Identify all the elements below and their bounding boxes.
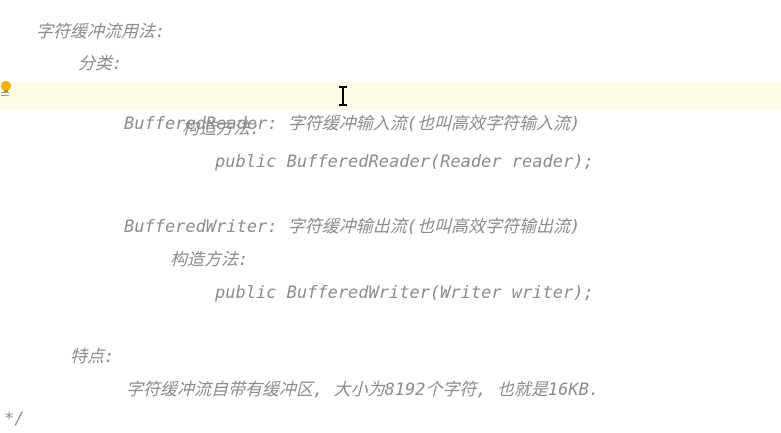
code-line-constructor-label-2[interactable]: 构造方法: bbox=[170, 246, 248, 274]
code-line-bufferedwriter[interactable]: BufferedWriter: 字符缓冲输出流(也叫高效字符输出流) bbox=[124, 213, 580, 241]
current-line-highlight[interactable]: BufferedReader: 字符缓冲输入流(也叫高效字符输入流) bbox=[0, 82, 781, 134]
text-cursor-icon bbox=[339, 86, 347, 106]
lightbulb-icon[interactable] bbox=[1, 81, 11, 93]
code-line-reader-constructor[interactable]: public BufferedReader(Reader reader); bbox=[215, 148, 594, 176]
code-line-buffer-size[interactable]: 字符缓冲流自带有缓冲区, 大小为8192个字符, 也就是16KB. bbox=[126, 376, 599, 404]
code-line-category[interactable]: 分类: bbox=[78, 50, 122, 78]
code-line-writer-constructor[interactable]: public BufferedWriter(Writer writer); bbox=[215, 279, 594, 307]
code-line-comment-end[interactable]: */ bbox=[4, 405, 24, 433]
fold-lines-icon[interactable] bbox=[1, 92, 9, 93]
code-line-constructor-label-1[interactable]: 构造方法: bbox=[182, 115, 260, 143]
code-line-title[interactable]: 字符缓冲流用法: bbox=[36, 18, 165, 46]
comment-start-mark: ' bbox=[2, 0, 12, 8]
gutter bbox=[0, 0, 14, 433]
code-line-features[interactable]: 特点: bbox=[70, 343, 114, 371]
code-editor[interactable]: ' 字符缓冲流用法: 分类: BufferedReader: 字符缓冲输入流(也… bbox=[0, 0, 781, 433]
